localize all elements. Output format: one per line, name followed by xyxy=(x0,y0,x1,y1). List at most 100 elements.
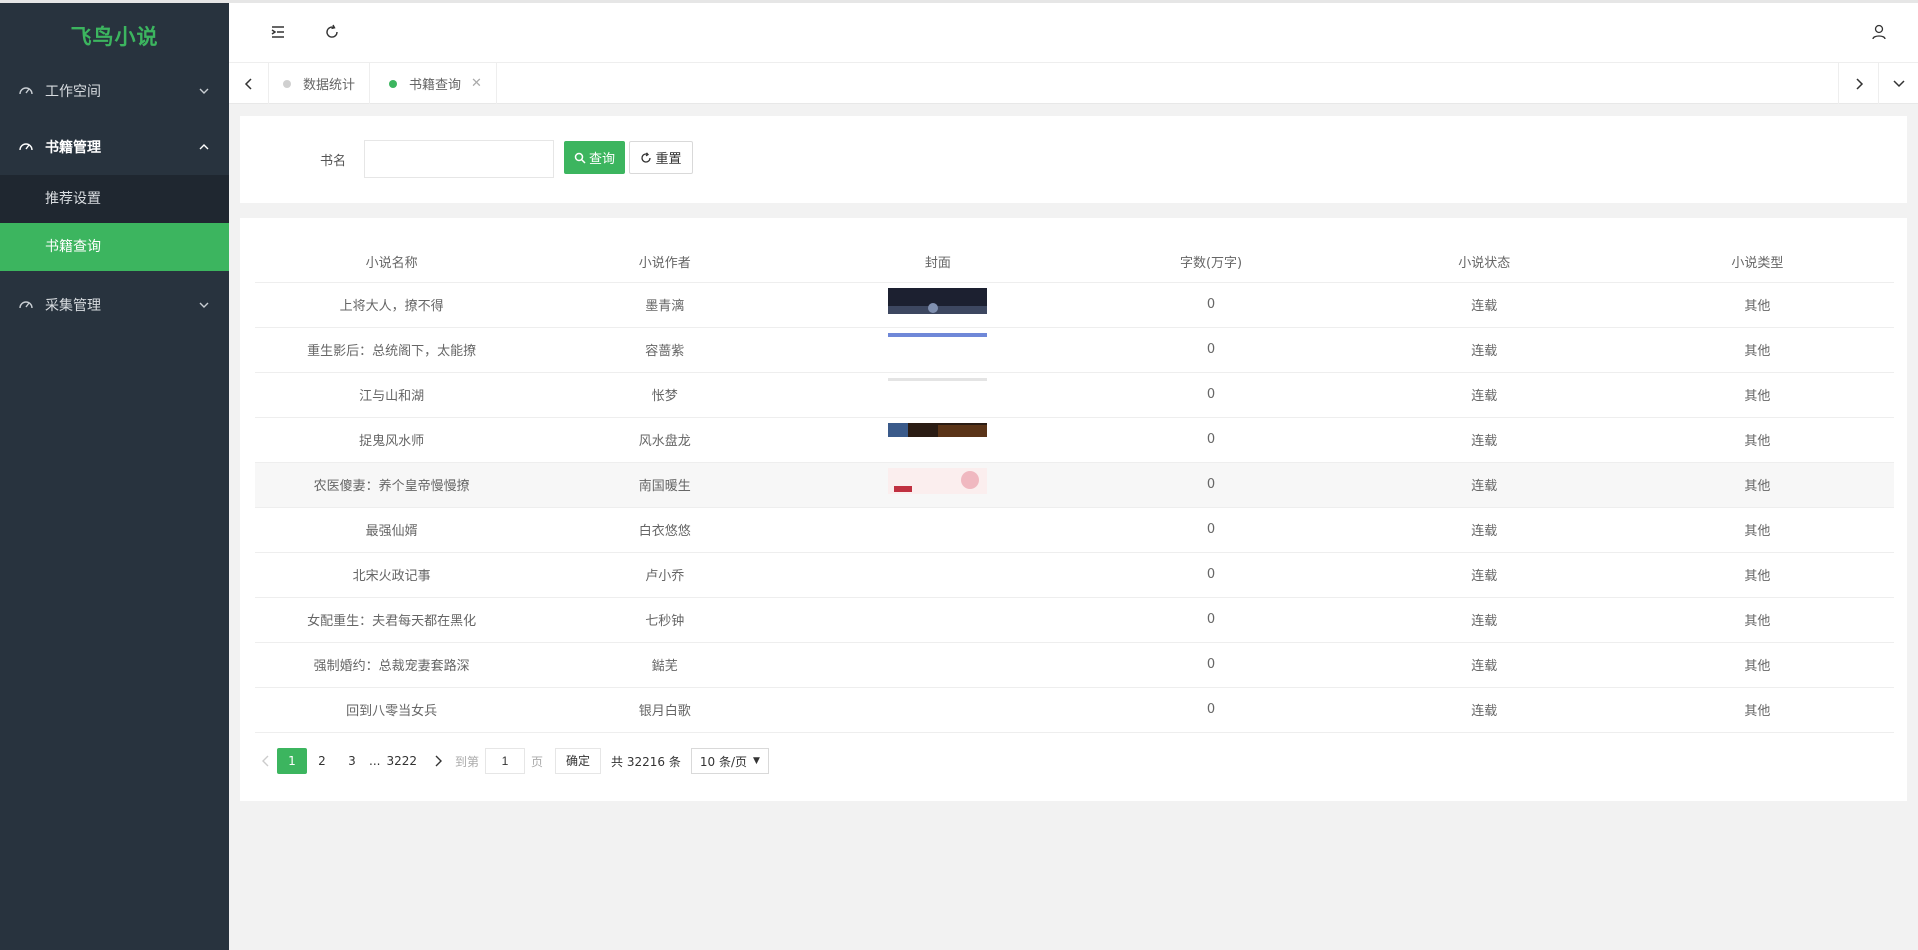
page-number-button[interactable]: 3 xyxy=(337,748,367,774)
query-button[interactable]: 查询 xyxy=(564,141,625,174)
status-cell: 连载 xyxy=(1347,327,1621,373)
tabs-bar: 数据统计 书籍查询 ✕ xyxy=(229,63,1918,104)
status-cell: 连载 xyxy=(1347,687,1621,733)
column-header: 小说作者 xyxy=(528,241,802,283)
column-header: 小说名称 xyxy=(255,241,529,283)
book-cover-image xyxy=(888,287,988,314)
chevron-down-icon xyxy=(1892,79,1905,87)
page-size-select[interactable]: 10 条/页 ▼ xyxy=(690,748,769,774)
table-row[interactable]: 回到八零当女兵 银月白歌 0 连载 其他 xyxy=(255,687,1894,733)
book-name-cell: 女配重生：夫君每天都在黑化 xyxy=(255,597,529,643)
table-row[interactable]: 捉鬼风水师 风水盘龙 0 连载 其他 xyxy=(255,417,1894,463)
tabs-scroll-right-button[interactable] xyxy=(1838,63,1878,104)
chevron-right-icon xyxy=(1855,77,1863,90)
refresh-icon[interactable] xyxy=(323,23,341,41)
status-cell: 连载 xyxy=(1347,282,1621,328)
table-row[interactable]: 上将大人，撩不得 墨青漓 0 连载 其他 xyxy=(255,282,1894,328)
book-name-cell: 捉鬼风水师 xyxy=(255,417,529,463)
dashboard-icon xyxy=(18,139,34,155)
sidebar-group-collection[interactable]: 采集管理 xyxy=(0,277,229,333)
dashboard-icon xyxy=(18,297,34,313)
type-cell: 其他 xyxy=(1620,327,1894,373)
sidebar-group-label: 采集管理 xyxy=(45,298,101,314)
search-icon xyxy=(574,152,586,164)
table-row[interactable]: 农医傻妻：养个皇帝慢慢撩 南国暖生 0 连载 其他 xyxy=(255,462,1894,508)
author-cell: 墨青漓 xyxy=(528,282,802,328)
type-cell: 其他 xyxy=(1620,687,1894,733)
book-name-cell: 上将大人，撩不得 xyxy=(255,282,529,328)
tabs-menu-button[interactable] xyxy=(1878,63,1918,104)
status-cell: 连载 xyxy=(1347,507,1621,553)
column-header: 封面 xyxy=(801,241,1075,283)
tab-book-query[interactable]: 书籍查询 ✕ xyxy=(375,63,497,104)
prev-page-button[interactable] xyxy=(255,755,277,767)
book-name-cell: 强制婚约：总裁宠妻套路深 xyxy=(255,642,529,688)
status-cell: 连载 xyxy=(1347,642,1621,688)
book-cover-image xyxy=(888,422,988,437)
cover-cell xyxy=(801,462,1075,508)
page-number-button[interactable]: 1 xyxy=(277,748,307,774)
table-row[interactable]: 女配重生：夫君每天都在黑化 七秒钟 0 连载 其他 xyxy=(255,597,1894,643)
reset-button[interactable]: 重置 xyxy=(629,141,693,174)
sidebar-item-book-query[interactable]: 书籍查询 xyxy=(0,223,229,271)
type-cell: 其他 xyxy=(1620,597,1894,643)
word-count-cell: 0 xyxy=(1074,642,1348,688)
tab-data-statistics[interactable]: 数据统计 xyxy=(269,63,371,104)
book-name-input[interactable] xyxy=(364,140,554,178)
close-icon[interactable]: ✕ xyxy=(471,76,482,91)
cover-cell xyxy=(801,327,1075,373)
goto-confirm-button[interactable]: 确定 xyxy=(555,748,602,774)
book-name-cell: 重生影后：总统阁下，太能撩 xyxy=(255,327,529,373)
table-row[interactable]: 北宋火政记事 卢小乔 0 连载 其他 xyxy=(255,552,1894,598)
chevron-up-icon xyxy=(197,140,211,154)
table-row[interactable]: 江与山和湖 怅梦 0 连载 其他 xyxy=(255,372,1894,418)
caret-down-icon: ▼ xyxy=(753,756,760,766)
book-table: 小说名称 小说作者 封面 字数(万字) 小说状态 小说类型 上将大人，撩不得 墨青… xyxy=(255,241,1894,733)
author-cell: 白衣悠悠 xyxy=(528,507,802,553)
sidebar-group-label: 书籍管理 xyxy=(45,140,101,156)
page-ellipsis: ... xyxy=(369,754,381,768)
page-number-button[interactable]: 2 xyxy=(307,748,337,774)
sidebar-group-books[interactable]: 书籍管理 xyxy=(0,119,229,175)
sidebar-item-recommend-settings[interactable]: 推荐设置 xyxy=(0,175,229,223)
word-count-cell: 0 xyxy=(1074,372,1348,418)
sidebar: 飞鸟小说 工作空间 书籍管理 推荐设置 书籍查询 采集管理 xyxy=(0,0,229,950)
book-cover-image xyxy=(888,332,988,337)
sidebar-group-workspace[interactable]: 工作空间 xyxy=(0,63,229,119)
chevron-left-icon xyxy=(244,77,252,90)
word-count-cell: 0 xyxy=(1074,597,1348,643)
status-cell: 连载 xyxy=(1347,372,1621,418)
top-bar xyxy=(229,0,1918,63)
last-page-button[interactable]: 3222 xyxy=(382,748,421,774)
author-cell: 怅梦 xyxy=(528,372,802,418)
user-icon[interactable] xyxy=(1870,23,1888,41)
table-row[interactable]: 重生影后：总统阁下，太能撩 容蔷紫 0 连载 其他 xyxy=(255,327,1894,373)
status-cell: 连载 xyxy=(1347,597,1621,643)
tab-status-dot xyxy=(283,79,291,88)
tab-label: 书籍查询 xyxy=(409,78,462,93)
type-cell: 其他 xyxy=(1620,372,1894,418)
word-count-cell: 0 xyxy=(1074,507,1348,553)
cover-cell xyxy=(801,372,1075,418)
cover-cell xyxy=(801,282,1075,328)
column-header: 小说状态 xyxy=(1347,241,1621,283)
book-name-cell: 最强仙婿 xyxy=(255,507,529,553)
query-button-label: 查询 xyxy=(588,152,615,167)
column-header: 字数(万字) xyxy=(1074,241,1348,283)
next-page-button[interactable] xyxy=(427,755,449,767)
search-panel: 书名 查询 重置 xyxy=(240,116,1907,203)
table-row[interactable]: 强制婚约：总裁宠妻套路深 鐑芜 0 连载 其他 xyxy=(255,642,1894,688)
author-cell: 容蔷紫 xyxy=(528,327,802,373)
goto-page-input[interactable] xyxy=(485,748,526,774)
table-header-row: 小说名称 小说作者 封面 字数(万字) 小说状态 小说类型 xyxy=(255,241,1894,283)
status-cell: 连载 xyxy=(1347,552,1621,598)
reset-button-label: 重置 xyxy=(655,152,682,167)
type-cell: 其他 xyxy=(1620,552,1894,598)
tabs-scroll-left-button[interactable] xyxy=(229,63,269,104)
book-name-cell: 北宋火政记事 xyxy=(255,552,529,598)
sidebar-subnav: 推荐设置 书籍查询 xyxy=(0,175,229,271)
menu-collapse-icon[interactable] xyxy=(269,23,287,41)
type-cell: 其他 xyxy=(1620,462,1894,508)
table-row[interactable]: 最强仙婿 白衣悠悠 0 连载 其他 xyxy=(255,507,1894,553)
chevron-down-icon xyxy=(197,84,211,98)
